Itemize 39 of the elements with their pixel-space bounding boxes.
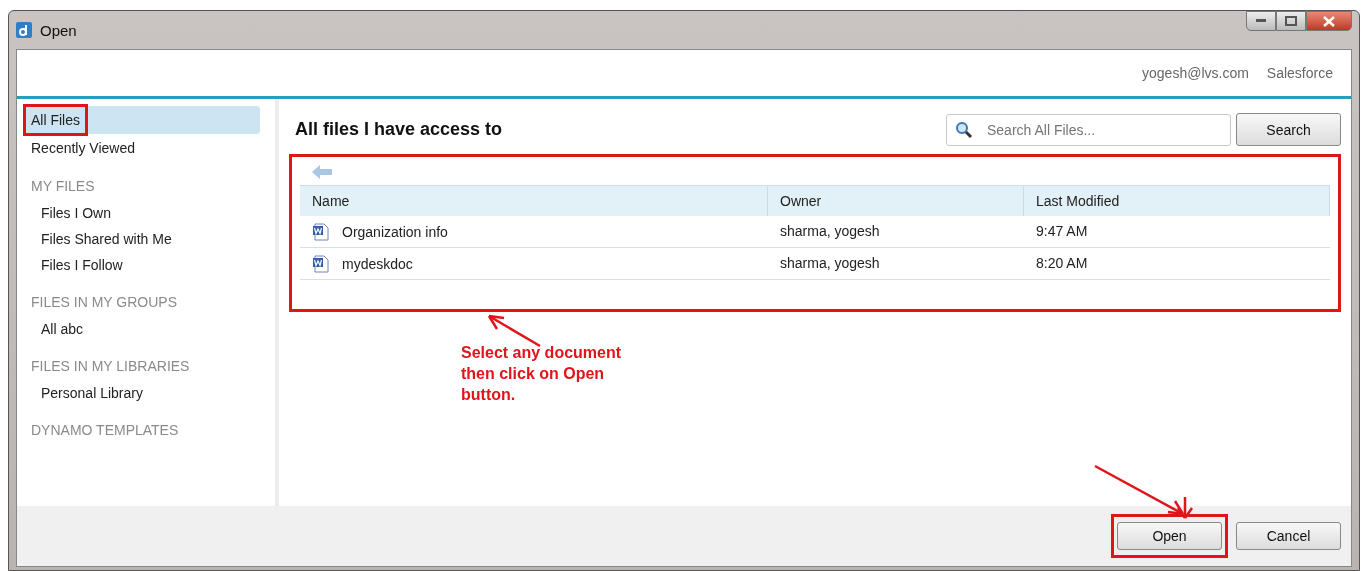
sidebar-item[interactable]: Recently Viewed <box>25 134 260 162</box>
table-cell: sharma, yogesh <box>768 248 1024 280</box>
close-icon <box>1323 15 1335 27</box>
maximize-icon <box>1285 16 1297 26</box>
table-cell: sharma, yogesh <box>768 216 1024 248</box>
maximize-button[interactable] <box>1276 11 1306 31</box>
minimize-icon <box>1256 19 1266 23</box>
column-header[interactable]: Last Modified <box>1024 185 1330 216</box>
sidebar-item[interactable]: All Files <box>25 106 260 134</box>
section-heading: MY FILES <box>30 177 96 196</box>
dialog-button[interactable]: Cancel <box>1236 522 1341 550</box>
sidebar-item[interactable]: All abc <box>25 316 260 342</box>
close-button[interactable] <box>1306 11 1352 31</box>
document-icon <box>312 222 330 241</box>
dialog-button[interactable]: Open <box>1117 522 1222 550</box>
sidebar-item[interactable]: Files I Own <box>25 200 260 226</box>
file-name[interactable]: Organization info <box>342 223 448 240</box>
annotation-arrow <box>487 314 541 348</box>
search-field[interactable]: Search All Files... <box>946 113 1231 146</box>
table-cell: 8:20 AM <box>1024 248 1330 280</box>
search-button[interactable]: Search <box>1236 113 1341 146</box>
org-link[interactable]: Salesforce <box>1266 65 1333 81</box>
sidebar-item[interactable]: Files Shared with Me <box>25 226 260 252</box>
table-cell: 9:47 AM <box>1024 216 1330 248</box>
column-header[interactable]: Name <box>300 185 768 216</box>
section-heading: FILES IN MY GROUPS <box>30 293 178 312</box>
user-email[interactable]: yogesh@lvs.com <box>1142 65 1249 81</box>
file-name[interactable]: mydeskdoc <box>342 255 413 272</box>
sidebar-item[interactable]: Files I Follow <box>25 252 260 278</box>
section-heading: FILES IN MY LIBRARIES <box>30 357 191 376</box>
window-title: Open <box>40 21 77 39</box>
annotation-text: Select any document then click on Open button. <box>461 343 623 405</box>
section-heading: DYNAMO TEMPLATES <box>30 421 180 440</box>
column-header[interactable]: Owner <box>768 185 1024 216</box>
minimize-button[interactable] <box>1246 11 1276 31</box>
document-icon <box>312 254 330 273</box>
content-title: All files I have access to <box>295 119 503 140</box>
app-icon <box>16 22 32 38</box>
sidebar-item[interactable]: Personal Library <box>25 380 260 406</box>
